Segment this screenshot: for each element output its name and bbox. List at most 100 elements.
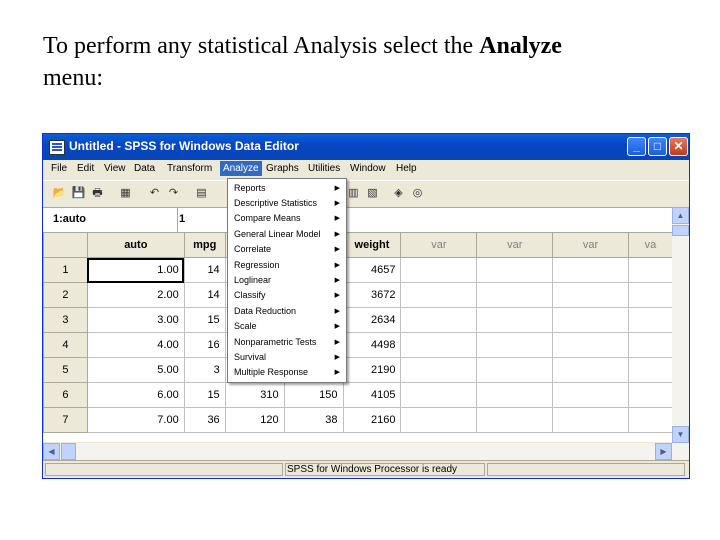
table-cell[interactable]: 4.00 [86,332,185,358]
row-header[interactable]: 4 [43,332,88,358]
menu-item-general-linear-model[interactable]: General Linear Model ▶ [228,227,346,242]
menu-item-multiple-response[interactable]: Multiple Response ▶ [228,365,346,380]
table-cell[interactable] [400,382,478,408]
table-cell[interactable]: 2160 [342,407,402,433]
weight-cases-icon[interactable]: ▧ [364,185,381,202]
table-cell[interactable]: 3 [183,357,226,383]
row-header[interactable]: 7 [43,407,88,433]
table-cell[interactable] [400,332,478,358]
scroll-thumb[interactable] [672,225,689,236]
table-cell[interactable] [627,307,674,333]
minimize-button[interactable]: _ [627,137,646,156]
table-cell[interactable]: 36 [183,407,226,433]
table-cell[interactable] [476,357,554,383]
menu-item-nonparametric-tests[interactable]: Nonparametric Tests ▶ [228,335,346,350]
table-cell[interactable]: 38 [283,407,344,433]
table-cell[interactable]: 14 [183,257,226,283]
redo-icon[interactable]: ↷ [165,185,182,202]
table-cell[interactable] [400,357,478,383]
table-cell[interactable]: 150 [283,382,344,408]
column-header[interactable]: var [400,232,478,258]
table-cell[interactable]: 2190 [342,357,402,383]
menu-analyze[interactable]: Analyze [220,161,262,176]
table-cell[interactable] [627,282,674,308]
table-cell[interactable] [627,382,674,408]
table-cell[interactable] [552,407,629,433]
undo-icon[interactable]: ↶ [146,185,163,202]
cell-value-input[interactable]: 1 [179,213,185,225]
column-header[interactable]: auto [86,232,185,258]
vertical-scrollbar[interactable]: ▲ ▼ [672,207,689,443]
menu-window[interactable]: Window [350,163,386,174]
table-cell[interactable] [476,257,554,283]
table-cell[interactable]: 2634 [342,307,402,333]
column-header[interactable]: mpg [183,232,226,258]
table-cell[interactable] [552,332,629,358]
table-cell[interactable]: 4105 [342,382,402,408]
value-labels-icon[interactable]: ◈ [390,185,407,202]
scroll-right-icon[interactable]: ▶ [655,443,672,460]
table-cell[interactable] [552,357,629,383]
table-cell[interactable] [476,407,554,433]
table-cell[interactable] [552,382,629,408]
table-cell[interactable] [627,407,674,433]
table-cell[interactable] [627,357,674,383]
table-cell[interactable] [400,307,478,333]
menu-edit[interactable]: Edit [77,163,94,174]
menu-item-loglinear[interactable]: Loglinear ▶ [228,273,346,288]
table-cell[interactable]: 15 [183,382,226,408]
table-cell[interactable] [476,382,554,408]
scroll-down-icon[interactable]: ▼ [672,426,689,443]
row-header[interactable]: 1 [43,257,88,283]
scroll-thumb-horizontal[interactable] [61,443,76,460]
table-cell[interactable] [552,307,629,333]
table-cell[interactable] [400,407,478,433]
use-sets-icon[interactable]: ◎ [409,185,426,202]
menu-item-survival[interactable]: Survival ▶ [228,350,346,365]
table-cell[interactable]: 2.00 [86,282,185,308]
table-cell[interactable] [400,257,478,283]
table-cell[interactable] [476,307,554,333]
print-icon[interactable]: 🖶 [89,185,106,202]
table-cell[interactable]: 4657 [342,257,402,283]
dialog-recall-icon[interactable]: ▦ [117,185,134,202]
save-icon[interactable]: 💾 [70,185,87,202]
column-header[interactable]: weight [342,232,402,258]
row-header[interactable]: 5 [43,357,88,383]
menu-item-descriptive-statistics[interactable]: Descriptive Statistics ▶ [228,196,346,211]
table-cell[interactable] [552,257,629,283]
table-cell[interactable]: 310 [224,382,285,408]
menu-data[interactable]: Data [134,163,155,174]
scroll-left-icon[interactable]: ◀ [43,443,60,460]
column-header[interactable]: va [627,232,674,258]
menu-help[interactable]: Help [396,163,417,174]
table-cell[interactable]: 7.00 [86,407,185,433]
menu-item-reports[interactable]: Reports ▶ [228,181,346,196]
table-cell[interactable] [627,257,674,283]
table-cell[interactable]: 16 [183,332,226,358]
maximize-button[interactable]: □ [648,137,667,156]
table-cell[interactable]: 15 [183,307,226,333]
row-header[interactable]: 2 [43,282,88,308]
row-header[interactable]: 6 [43,382,88,408]
horizontal-scrollbar[interactable]: ◀ ▶ [43,443,689,460]
table-cell[interactable]: 6.00 [86,382,185,408]
table-cell[interactable] [476,332,554,358]
menu-item-regression[interactable]: Regression ▶ [228,258,346,273]
menu-item-scale[interactable]: Scale ▶ [228,319,346,334]
table-cell[interactable] [627,332,674,358]
table-cell[interactable]: 5.00 [86,357,185,383]
table-cell[interactable]: 3672 [342,282,402,308]
table-cell[interactable]: 120 [224,407,285,433]
column-header[interactable]: var [552,232,629,258]
table-cell[interactable]: 14 [183,282,226,308]
open-icon[interactable]: 📂 [51,185,68,202]
menu-utilities[interactable]: Utilities [308,163,340,174]
goto-chart-icon[interactable]: ▤ [193,185,210,202]
row-header[interactable]: 3 [43,307,88,333]
table-cell[interactable] [400,282,478,308]
menu-item-classify[interactable]: Classify ▶ [228,288,346,303]
menu-graphs[interactable]: Graphs [266,163,299,174]
menu-item-data-reduction[interactable]: Data Reduction ▶ [228,304,346,319]
split-file-icon[interactable]: ▥ [345,185,362,202]
